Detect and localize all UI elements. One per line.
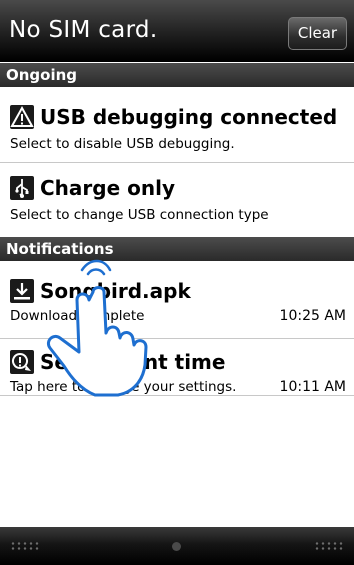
notification-title: Set current time <box>40 350 226 374</box>
notification-title: Charge only <box>40 176 175 200</box>
notification-subtitle: Select to change USB connection type <box>10 207 269 223</box>
status-header: No SIM card. Clear <box>0 0 354 62</box>
warning-triangle-icon <box>10 105 34 129</box>
divider <box>0 395 354 396</box>
notification-songbird-download[interactable]: Songbird.apk Download complete 10:25 AM <box>0 262 354 338</box>
grip-right <box>314 541 344 551</box>
notification-title: USB debugging connected <box>40 105 338 129</box>
section-notifications: Notifications <box>0 237 354 261</box>
section-ongoing: Ongoing <box>0 63 354 87</box>
notification-time: 10:25 AM <box>279 308 346 324</box>
download-icon <box>10 279 34 303</box>
notification-subtitle: Tap here to change your settings. <box>10 379 237 395</box>
grip-left <box>10 541 40 551</box>
usb-icon <box>10 176 34 200</box>
clear-button[interactable]: Clear <box>288 17 347 50</box>
notification-title: Songbird.apk <box>40 279 191 303</box>
notification-time: 10:11 AM <box>279 379 346 395</box>
notification-subtitle: Download complete <box>10 308 145 324</box>
close-handle[interactable] <box>0 527 354 565</box>
notification-subtitle: Select to disable USB debugging. <box>10 136 235 152</box>
center-dot <box>172 542 181 551</box>
notification-set-time[interactable]: Set current time Tap here to change your… <box>0 339 354 395</box>
clock-alert-icon <box>10 350 34 374</box>
header-title: No SIM card. <box>9 17 158 43</box>
notification-charge-only[interactable]: Charge only Select to change USB connect… <box>0 163 354 237</box>
notification-usb-debugging[interactable]: USB debugging connected Select to disabl… <box>0 88 354 162</box>
